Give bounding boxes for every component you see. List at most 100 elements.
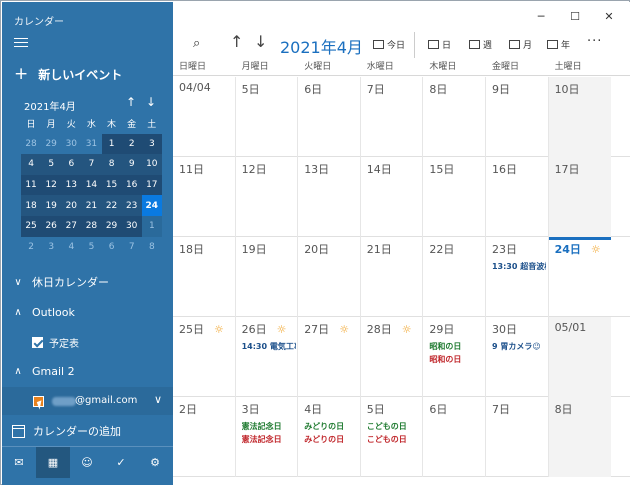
day-cell[interactable]: 3日 憲法記念日 憲法記念日 bbox=[236, 397, 299, 477]
day-cell[interactable]: 7日 bbox=[486, 397, 549, 477]
calendar-event[interactable]: 昭和の日 bbox=[429, 354, 483, 365]
calendar-event[interactable]: こどもの日 bbox=[367, 421, 421, 432]
outlook-group[interactable]: ∧ Outlook bbox=[2, 301, 173, 323]
calendar-event[interactable]: 14:30 電気工事 bbox=[242, 341, 296, 352]
settings-gear-icon[interactable]: ⚙ bbox=[138, 447, 172, 478]
day-cell[interactable]: 6日 bbox=[423, 397, 486, 477]
mini-day-cell[interactable]: 4 bbox=[61, 237, 81, 258]
mini-prev-month-arrow-up-icon[interactable]: ↑ bbox=[126, 95, 136, 109]
mini-day-cell[interactable]: 29 bbox=[41, 134, 61, 155]
mini-day-cell[interactable]: 25 bbox=[21, 215, 42, 237]
day-cell[interactable]: 30日 9 胃カメラ😉 bbox=[486, 317, 549, 397]
day-cell[interactable]: 14日 bbox=[361, 157, 424, 237]
mini-day-cell[interactable]: 9 bbox=[121, 154, 142, 175]
month-view-button[interactable]: 月 bbox=[509, 38, 532, 51]
mini-day-cell[interactable]: 13 bbox=[61, 174, 82, 196]
minimize-icon[interactable]: ─ bbox=[534, 10, 548, 23]
mini-day-cell[interactable]: 17 bbox=[141, 174, 162, 196]
more-options-icon[interactable]: ··· bbox=[587, 34, 602, 49]
mini-day-cell[interactable]: 3 bbox=[41, 237, 61, 258]
people-icon[interactable]: ☺ bbox=[70, 447, 104, 478]
calendar-event[interactable]: 13:30 超音波検 bbox=[492, 261, 546, 272]
calendar-event[interactable]: 憲法記念日 bbox=[242, 421, 296, 432]
mini-day-cell[interactable]: 5 bbox=[41, 154, 62, 175]
todo-check-icon[interactable]: ✓ bbox=[104, 447, 138, 478]
mail-icon[interactable]: ✉ bbox=[2, 447, 36, 478]
day-view-button[interactable]: 日 bbox=[428, 38, 451, 51]
mini-day-cell[interactable]: 19 bbox=[41, 195, 62, 216]
day-cell[interactable]: 10日 bbox=[548, 77, 612, 157]
day-cell[interactable]: 5日 bbox=[236, 77, 299, 157]
new-event-button[interactable]: + 新しいイベント bbox=[14, 64, 122, 84]
current-month-title[interactable]: 2021年4月 bbox=[280, 34, 363, 58]
mini-day-cell[interactable]: 26 bbox=[41, 215, 62, 237]
hamburger-menu-icon[interactable] bbox=[14, 35, 28, 49]
day-cell[interactable]: 25日 ☼ bbox=[173, 317, 236, 397]
day-cell[interactable]: 9日 bbox=[486, 77, 549, 157]
day-cell[interactable]: 22日 bbox=[423, 237, 486, 317]
previous-arrow-up-icon[interactable]: ↑ bbox=[230, 32, 243, 51]
day-cell[interactable]: 4日 みどりの日 みどりの日 bbox=[298, 397, 361, 477]
calendar-icon[interactable]: ▦ bbox=[36, 447, 70, 478]
mini-day-cell[interactable]: 14 bbox=[81, 174, 102, 196]
calendar-event[interactable]: 昭和の日 bbox=[429, 341, 483, 352]
mini-day-cell[interactable]: 6 bbox=[61, 154, 82, 175]
day-cell[interactable]: 8日 bbox=[548, 397, 612, 477]
chevron-down-icon[interactable]: ∨ bbox=[154, 393, 162, 406]
day-cell[interactable]: 23日 13:30 超音波検 bbox=[486, 237, 549, 317]
search-icon[interactable]: ⌕ bbox=[193, 36, 200, 51]
add-calendar-button[interactable]: カレンダーの追加 bbox=[12, 423, 121, 439]
mini-day-cell[interactable]: 12 bbox=[41, 174, 62, 196]
day-cell[interactable]: 11日 bbox=[173, 157, 236, 237]
day-cell[interactable]: 17日 bbox=[548, 157, 612, 237]
mini-day-cell[interactable]: 20 bbox=[61, 195, 82, 216]
mini-day-cell[interactable]: 27 bbox=[61, 215, 82, 237]
day-cell[interactable]: 28日 ☼ bbox=[361, 317, 424, 397]
day-cell[interactable]: 18日 bbox=[173, 237, 236, 317]
mini-day-cell[interactable]: 30 bbox=[61, 134, 81, 155]
mini-day-cell[interactable]: 16 bbox=[121, 174, 142, 196]
mini-day-cell[interactable]: 2 bbox=[21, 237, 41, 258]
today-button[interactable]: 今日 bbox=[373, 38, 405, 51]
day-cell[interactable]: 5日 こどもの日 こどもの日 bbox=[361, 397, 424, 477]
year-view-button[interactable]: 年 bbox=[547, 38, 570, 51]
day-cell[interactable]: 15日 bbox=[423, 157, 486, 237]
maximize-icon[interactable]: ☐ bbox=[568, 10, 582, 23]
day-cell[interactable]: 27日 ☼ bbox=[298, 317, 361, 397]
mini-day-cell[interactable]: 3 bbox=[141, 133, 162, 155]
day-cell[interactable]: 04/04 bbox=[173, 77, 236, 157]
outlook-calendar-checkbox[interactable] bbox=[32, 337, 43, 348]
calendar-event[interactable]: 9 胃カメラ😉 bbox=[492, 341, 546, 352]
day-cell[interactable]: 05/01 bbox=[548, 317, 612, 397]
mini-day-cell[interactable]: 28 bbox=[21, 134, 41, 155]
mini-day-cell[interactable]: 29 bbox=[101, 215, 122, 237]
day-cell[interactable]: 29日 昭和の日 昭和の日 bbox=[423, 317, 486, 397]
next-arrow-down-icon[interactable]: ↓ bbox=[254, 32, 267, 51]
holiday-calendar-group[interactable]: ∨ 休日カレンダー bbox=[2, 271, 173, 293]
calendar-event[interactable]: みどりの日 bbox=[304, 421, 358, 432]
mini-day-cell[interactable]: 15 bbox=[101, 174, 122, 196]
week-view-button[interactable]: 週 bbox=[469, 38, 492, 51]
mini-day-cell[interactable]: 18 bbox=[21, 195, 42, 216]
calendar-event[interactable]: みどりの日 bbox=[304, 434, 358, 445]
day-cell[interactable]: 12日 bbox=[236, 157, 299, 237]
day-cell[interactable]: 7日 bbox=[361, 77, 424, 157]
gmail-account-row[interactable]: @gmail.com ∨ bbox=[2, 387, 173, 415]
mini-day-cell[interactable]: 7 bbox=[81, 154, 102, 175]
calendar-event[interactable]: こどもの日 bbox=[367, 434, 421, 445]
mini-day-cell[interactable]: 23 bbox=[121, 195, 142, 216]
mini-day-cell[interactable]: 24 bbox=[141, 195, 162, 216]
gmail-group[interactable]: ∧ Gmail 2 bbox=[2, 360, 173, 382]
calendar-event[interactable]: 憲法記念日 bbox=[242, 434, 296, 445]
mini-day-cell[interactable]: 1 bbox=[141, 215, 162, 237]
mini-day-cell[interactable]: 21 bbox=[81, 195, 102, 216]
day-cell[interactable]: 19日 bbox=[236, 237, 299, 317]
mini-day-cell[interactable]: 4 bbox=[21, 154, 42, 175]
outlook-calendar-item[interactable]: 予定表 bbox=[32, 335, 79, 350]
mini-day-cell[interactable]: 6 bbox=[102, 237, 122, 258]
day-cell[interactable]: 8日 bbox=[423, 77, 486, 157]
day-cell-today[interactable]: 24日 ☼ bbox=[548, 237, 612, 317]
day-cell[interactable]: 6日 bbox=[298, 77, 361, 157]
mini-day-cell[interactable]: 11 bbox=[21, 174, 42, 196]
mini-day-cell[interactable]: 8 bbox=[142, 237, 162, 258]
